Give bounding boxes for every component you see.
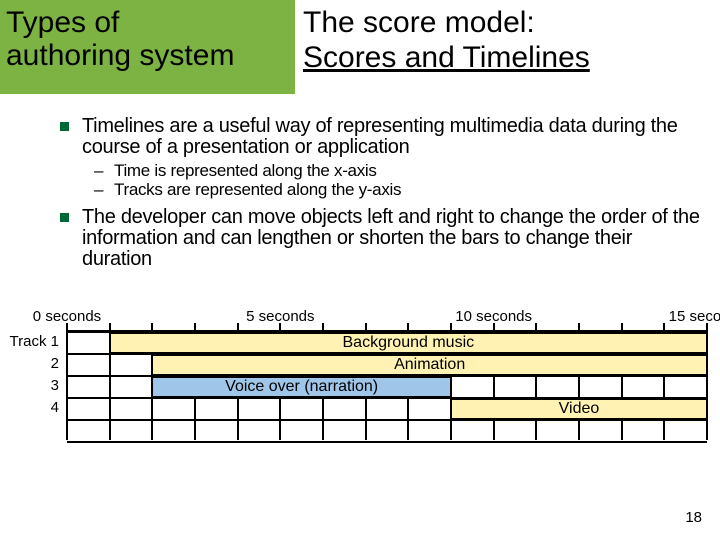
bullet-list: Timelines are a useful way of representi… <box>20 116 700 270</box>
timeline-bar: Video <box>451 399 707 419</box>
timeline-bar: Voice over (narration) <box>152 377 451 397</box>
time-tick-label: 15 seconds <box>669 308 720 325</box>
track-label: Track 1 <box>8 332 63 354</box>
timeline-chart: 0 seconds5 seconds10 seconds15 seconds T… <box>12 308 712 440</box>
time-axis-labels: 0 seconds5 seconds10 seconds15 seconds <box>12 308 712 330</box>
header-right-line2: Scores and Timelines <box>303 41 590 74</box>
bullet-item: Timelines are a useful way of representi… <box>20 116 700 199</box>
timeline-bar: Background music <box>110 333 707 353</box>
track-label: 4 <box>8 398 63 420</box>
header-right-block: The score model: Scores and Timelines <box>295 0 720 94</box>
timeline-bar: Animation <box>152 355 707 375</box>
sub-bullet-item: Tracks are represented along the y-axis <box>82 181 700 200</box>
track-label: 3 <box>8 376 63 398</box>
page-number: 18 <box>685 509 702 526</box>
header-left-block: Types of authoring system <box>0 0 295 94</box>
header-right-line1: The score model: <box>303 6 535 39</box>
header-left-line1: Types of <box>6 6 119 39</box>
header-left-line2: authoring system <box>6 39 234 72</box>
sub-bullet-item: Time is represented along the x-axis <box>82 162 700 181</box>
timeline-grid: Track 1234 Background musicAnimationVoic… <box>67 330 707 440</box>
sub-bullet-list: Time is represented along the x-axisTrac… <box>82 162 700 199</box>
body-content: Timelines are a useful way of representi… <box>0 94 720 270</box>
slide-header: Types of authoring system The score mode… <box>0 0 720 94</box>
track-label: 2 <box>8 354 63 376</box>
bullet-item: The developer can move objects left and … <box>20 207 700 270</box>
